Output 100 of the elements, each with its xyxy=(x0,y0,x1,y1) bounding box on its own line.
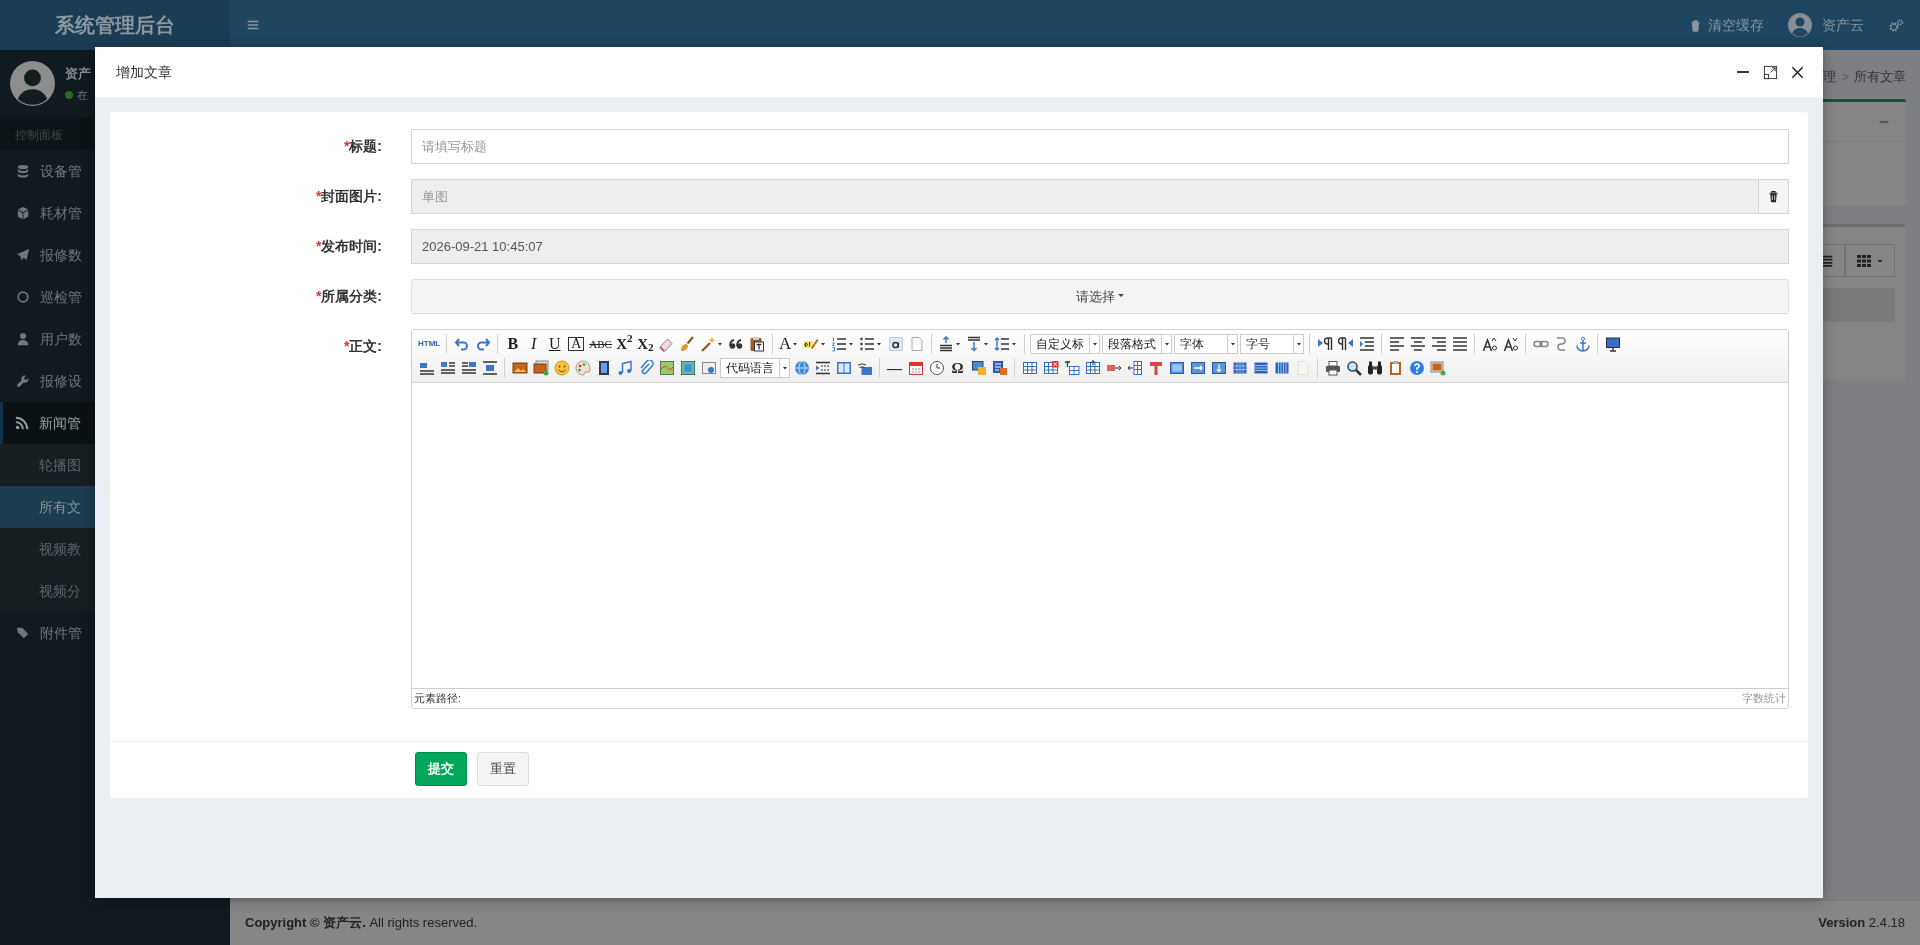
input-field[interactable]: 单图 xyxy=(411,179,1759,214)
toolbar-menu-button[interactable]: A xyxy=(776,334,802,354)
magnifier-icon[interactable] xyxy=(1345,360,1362,376)
align-center-icon[interactable] xyxy=(1409,336,1426,352)
required-mark: * xyxy=(343,338,350,354)
toolbar-button[interactable]: U xyxy=(544,334,566,354)
table-icon[interactable] xyxy=(1168,360,1185,376)
highlighter-icon xyxy=(803,336,820,352)
justify-icon[interactable] xyxy=(1451,336,1468,352)
menu-icon[interactable] xyxy=(246,18,260,32)
reset-button[interactable]: 重置 xyxy=(477,752,529,786)
template-icon[interactable] xyxy=(835,360,852,376)
input-field[interactable]: 请填写标题 xyxy=(411,129,1789,164)
monitor-icon[interactable] xyxy=(1604,336,1621,352)
close-icon[interactable] xyxy=(1790,64,1805,80)
page-break-icon[interactable] xyxy=(814,360,831,376)
eraser-icon[interactable] xyxy=(658,336,675,352)
undo-icon[interactable] xyxy=(453,336,470,352)
toolbar-dropdown[interactable]: 自定义标 xyxy=(1030,334,1101,354)
menu-item[interactable]: 耗材管 xyxy=(0,192,230,234)
category-dropdown[interactable]: 请选择 xyxy=(411,279,1789,314)
tags-icon xyxy=(16,626,30,640)
menu-item[interactable]: 巡检管 xyxy=(0,276,230,318)
letter-box-icon[interactable] xyxy=(887,336,904,352)
caret-icon xyxy=(982,340,991,348)
table-icon[interactable] xyxy=(1189,360,1206,376)
image-align-icon[interactable] xyxy=(460,360,477,376)
toolbar-button[interactable]: X$_{2}$ xyxy=(634,334,656,354)
brush-icon[interactable] xyxy=(679,336,696,352)
settings-icon[interactable] xyxy=(1888,17,1904,34)
align-left-icon[interactable] xyxy=(1388,336,1405,352)
avatar-icon xyxy=(10,61,55,106)
toolbar-dropdown[interactable]: 段落格式 xyxy=(1102,334,1173,354)
menu-item[interactable]: 附件管 xyxy=(0,612,230,654)
toolbar-button[interactable]: ABC xyxy=(587,334,614,354)
table-icon[interactable] xyxy=(1063,360,1080,376)
delete-button[interactable] xyxy=(1759,179,1789,214)
clipboard-icon[interactable] xyxy=(1387,360,1404,376)
images-icon[interactable] xyxy=(532,360,549,376)
image-icon[interactable] xyxy=(1429,360,1446,376)
table-icon[interactable] xyxy=(1021,360,1038,376)
grid-view-button[interactable] xyxy=(1845,244,1895,277)
toolbar-button[interactable]: — xyxy=(884,358,905,378)
smiley-icon[interactable] xyxy=(553,360,570,376)
field-label: 正文: xyxy=(349,338,382,354)
map-icon[interactable] xyxy=(679,360,696,376)
redo-icon[interactable] xyxy=(474,336,491,352)
table-icon[interactable] xyxy=(1273,360,1290,376)
music-icon[interactable] xyxy=(616,360,633,376)
toolbar-button[interactable]: A xyxy=(568,337,585,351)
table-icon[interactable] xyxy=(1084,360,1101,376)
quote-icon[interactable] xyxy=(728,336,745,352)
printer-icon[interactable] xyxy=(1324,360,1341,376)
font-size-icon[interactable] xyxy=(1502,336,1519,352)
caret-icon xyxy=(1090,340,1099,348)
paragraph-icon[interactable] xyxy=(1337,336,1354,352)
clock-icon[interactable] xyxy=(928,360,945,376)
map-icon[interactable] xyxy=(658,360,675,376)
menu-item[interactable]: 报修设 xyxy=(0,360,230,402)
menu-item[interactable]: 报修数 xyxy=(0,234,230,276)
input-field[interactable]: 2026-09-21 10:45:07 xyxy=(411,229,1789,264)
toolbar-button[interactable]: X$^{2}$ xyxy=(613,334,635,354)
paste-icon[interactable] xyxy=(749,336,766,352)
toolbar-button[interactable]: Ω xyxy=(947,358,968,378)
image-align-icon[interactable] xyxy=(481,360,498,376)
toolbar-button[interactable]: HTML xyxy=(416,334,443,354)
menu-item[interactable]: 用户数 xyxy=(0,318,230,360)
indent-icon[interactable] xyxy=(1358,336,1375,352)
toolbar-dropdown[interactable]: 字号 xyxy=(1240,334,1305,354)
font-size-icon[interactable] xyxy=(1481,336,1498,352)
screen-icon[interactable] xyxy=(856,360,873,376)
help-icon[interactable] xyxy=(1408,360,1425,376)
toolbar-dropdown[interactable]: 代码语言 xyxy=(720,358,790,378)
database-icon xyxy=(16,164,30,178)
maximize-icon[interactable] xyxy=(1763,64,1778,80)
menu-item[interactable]: 设备管 xyxy=(0,150,230,192)
binoculars-icon[interactable] xyxy=(1366,360,1383,376)
frame-icon[interactable] xyxy=(700,360,717,376)
table-icon[interactable] xyxy=(1210,360,1227,376)
table-icon[interactable] xyxy=(1126,360,1143,376)
calendar-icon[interactable] xyxy=(907,360,924,376)
paperclip-icon[interactable] xyxy=(637,360,654,376)
image-align-icon[interactable] xyxy=(418,360,435,376)
table-icon[interactable] xyxy=(1231,360,1248,376)
table-icon[interactable] xyxy=(1252,360,1269,376)
table-icon[interactable] xyxy=(1042,360,1059,376)
field-label: 所属分类: xyxy=(321,288,382,304)
caret-icon xyxy=(819,340,828,348)
anchor-icon[interactable] xyxy=(1574,336,1591,352)
screenshot-icon[interactable] xyxy=(970,360,987,376)
toolbar-dropdown[interactable]: 字体 xyxy=(1174,334,1239,354)
document-image-icon[interactable] xyxy=(991,360,1008,376)
image-align-icon[interactable] xyxy=(439,360,456,376)
table-icon[interactable] xyxy=(1147,360,1164,376)
align-right-icon[interactable] xyxy=(1430,336,1447,352)
paragraph-icon[interactable] xyxy=(1316,336,1333,352)
toolbar-button[interactable]: I xyxy=(523,334,545,354)
image-icon[interactable] xyxy=(511,360,528,376)
paper-plane-icon xyxy=(16,248,30,262)
toolbar-button[interactable]: B xyxy=(502,334,524,354)
